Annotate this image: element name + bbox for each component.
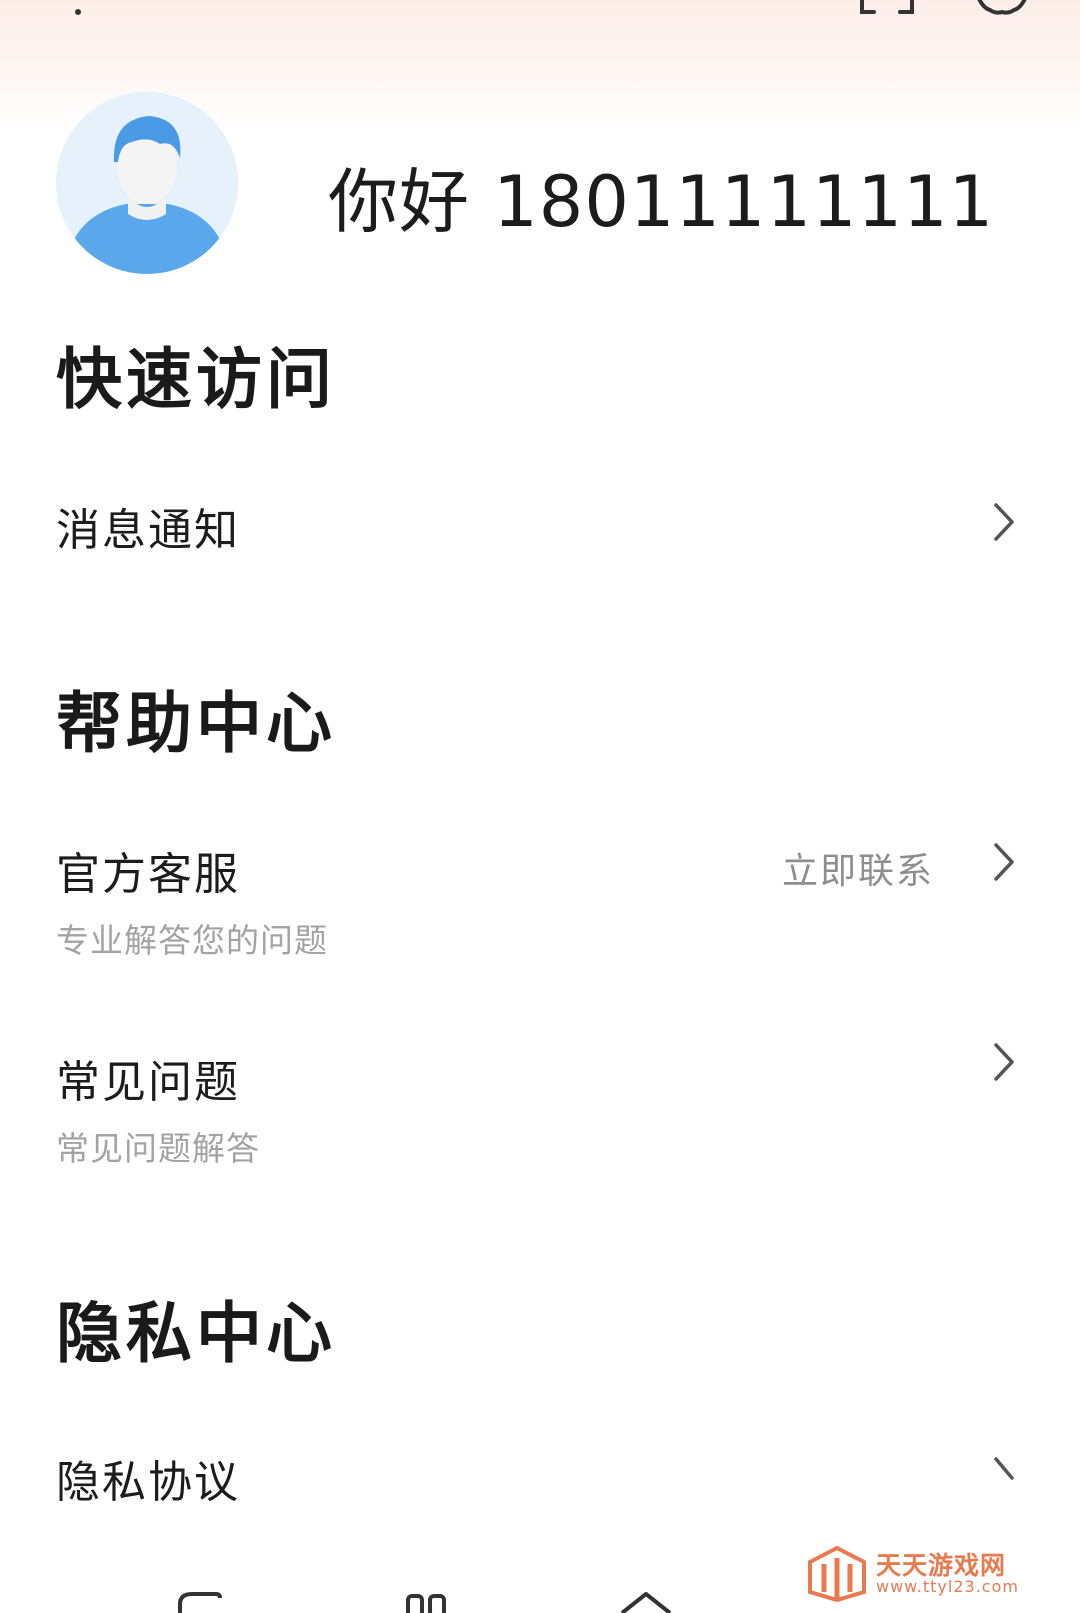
- top-bar: [0, 0, 1080, 30]
- nav-card-icon[interactable]: [176, 1590, 224, 1613]
- chevron-right-icon: [994, 1043, 1014, 1081]
- avatar[interactable]: [56, 92, 238, 274]
- section-title-help-center: 帮助中心: [56, 685, 336, 762]
- chevron-right-icon: [994, 503, 1014, 541]
- list-item-message-notification[interactable]: 消息通知: [0, 494, 1080, 556]
- chevron-right-icon: [994, 1457, 1014, 1480]
- greeting-text: 你好 18011111111: [328, 161, 995, 243]
- list-item-faq[interactable]: 常见问题 常见问题解答: [0, 1043, 1080, 1176]
- watermark-logo-icon: [808, 1545, 866, 1602]
- list-item-official-support[interactable]: 官方客服 专业解答您的问题 立即联系: [0, 838, 1080, 968]
- section-title-quick-access: 快速访问: [56, 341, 336, 418]
- watermark-url: www.ttyl23.com: [876, 1577, 1019, 1596]
- list-item-privacy-agreement[interactable]: 隐私协议: [0, 1446, 1080, 1508]
- contact-now-link[interactable]: 立即联系: [782, 842, 934, 894]
- message-notification-label: 消息通知: [56, 505, 240, 556]
- nav-home-icon[interactable]: [618, 1590, 674, 1613]
- watermark: 天天游戏网 www.ttyl23.com: [806, 1544, 1036, 1606]
- headset-icon[interactable]: [56, 0, 100, 20]
- default-avatar-icon: [56, 92, 238, 274]
- profile-header: 你好 18011111111: [0, 92, 1080, 278]
- faq-subtitle: 常见问题解答: [56, 1129, 260, 1168]
- official-support-label: 官方客服: [56, 849, 240, 900]
- official-support-subtitle: 专业解答您的问题: [56, 921, 328, 960]
- chevron-right-icon: [994, 843, 1014, 881]
- scan-icon[interactable]: [858, 0, 916, 20]
- nav-grid-icon[interactable]: [404, 1590, 452, 1613]
- privacy-agreement-label: 隐私协议: [56, 1457, 240, 1508]
- faq-label: 常见问题: [56, 1057, 240, 1108]
- section-title-privacy-center: 隐私中心: [56, 1295, 336, 1372]
- settings-icon[interactable]: [972, 0, 1032, 20]
